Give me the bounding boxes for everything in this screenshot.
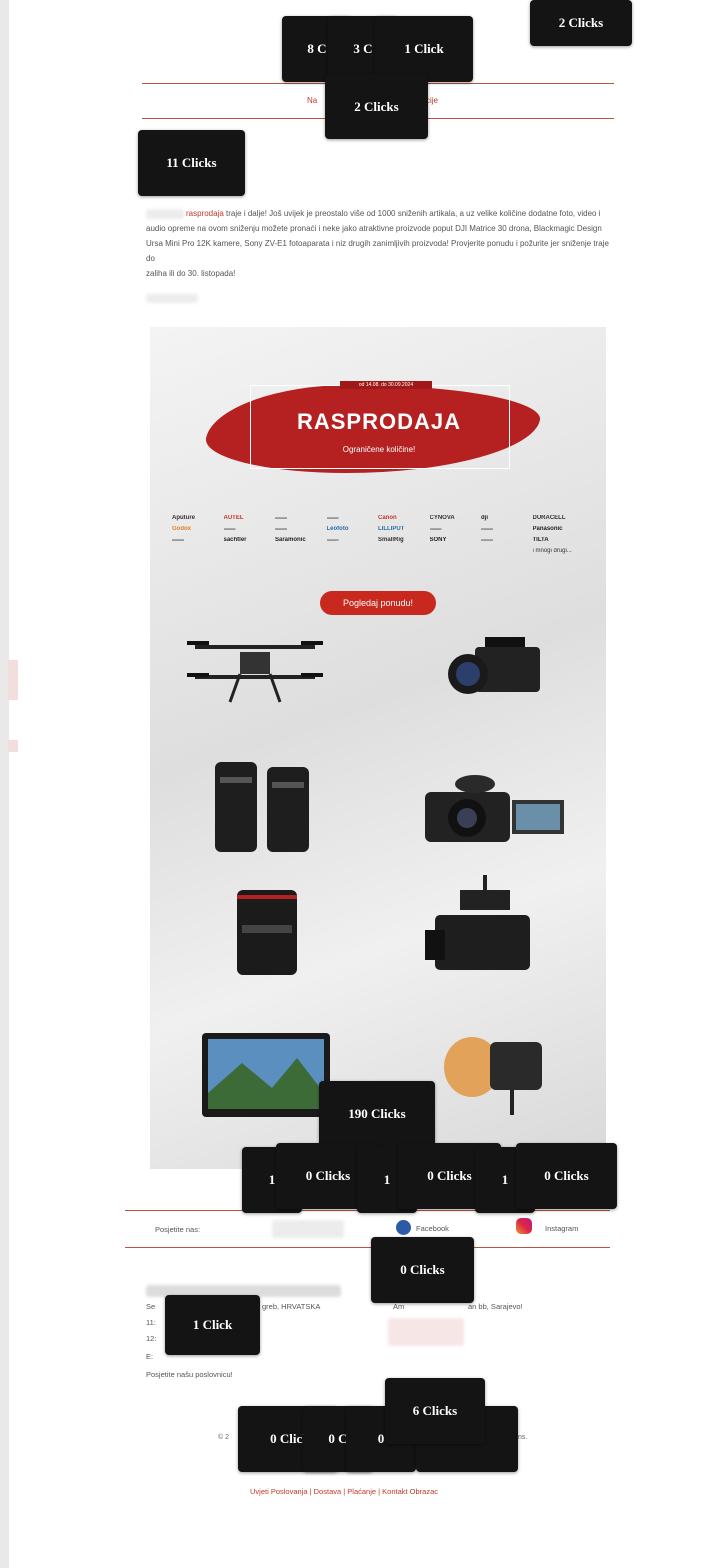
brand-logo: Godox [172, 526, 191, 532]
zoom-lens-image [237, 890, 297, 975]
instagram-icon[interactable] [516, 1218, 532, 1234]
brand-logo: Canon [378, 515, 397, 521]
instagram-link[interactable]: Instagram [545, 1224, 578, 1233]
blurred-website [272, 1220, 344, 1238]
hours-line1: 11: [146, 1318, 156, 1327]
drone-image [187, 641, 323, 703]
blurred-contact [388, 1318, 464, 1346]
brand-logo: SONY [429, 537, 447, 543]
intro-paragraph: rasprodaja traje i dalje! Još uvijek je … [146, 206, 612, 281]
click-tooltip: 6 Clicks [385, 1378, 485, 1444]
brand-logo: ▬▬ [326, 537, 339, 543]
click-tooltip: 2 Clicks [530, 0, 632, 46]
hours-line2: 12: [146, 1334, 157, 1343]
click-tooltip: 1 Click [375, 16, 473, 82]
address-line1b: greb, HRVATSKA [262, 1302, 321, 1311]
brand-logo: ▬▬ [326, 515, 339, 521]
copyright-start: © 2 [218, 1434, 229, 1441]
brand-logo: ▬▬ [275, 515, 287, 521]
brand-logo: LILLIPUT [378, 526, 405, 532]
click-tooltip: 0 Clicks [371, 1237, 474, 1303]
left-panel-highlight [8, 740, 18, 752]
led-light-image [444, 1037, 542, 1115]
left-panel-highlight [8, 660, 18, 700]
brand-logo: ▬▬ [429, 526, 442, 532]
footer-links[interactable]: Uvjeti Poslovanja | Dostava | Plaćanje |… [250, 1487, 438, 1496]
click-tooltip: 190 Clicks [319, 1081, 435, 1147]
mirrorless-camera-image [425, 775, 564, 842]
facebook-icon[interactable] [396, 1220, 411, 1235]
intro-text-end: zaliha ili do 30. listopada! [146, 269, 236, 278]
nav-link-left[interactable]: Na [307, 96, 317, 105]
brand-logo: TILTA [532, 537, 549, 543]
nav-links[interactable]: Na [307, 96, 317, 105]
cinema-camera-image [448, 637, 540, 694]
brand-logo: CYNOVA [429, 515, 455, 521]
click-tooltip: 11 Clicks [138, 130, 245, 196]
view-offer-button[interactable]: Pogledaj ponudu! [320, 591, 436, 615]
brand-logo: DURACELL [532, 515, 566, 521]
address-line1c: Am [393, 1302, 405, 1311]
brand-logos: Aputure AUTEL ▬▬ ▬▬ Canon CYNOVA dji DURACELL Go… [172, 515, 584, 554]
cine-lenses-image [215, 762, 309, 852]
brand-logo: Saramonic [275, 537, 306, 543]
brand-logo: ▬▬ [275, 526, 287, 532]
visit-us-label: Posjetite nas: [155, 1225, 201, 1234]
brand-logo: AUTEL [223, 515, 244, 521]
brand-logo: sachtler [223, 537, 247, 543]
brand-logo: Panasonic [532, 526, 563, 532]
click-tooltip: 0 Clicks [516, 1143, 617, 1209]
banner-title: RASPRODAJA [296, 409, 462, 434]
copyright-end: ns. [518, 1434, 528, 1441]
sale-banner[interactable]: od 14.08. do 30.09.2024 RASPRODAJA Ogran… [150, 327, 606, 1169]
blurred-signature [146, 294, 198, 303]
brand-logo: Leofoto [326, 526, 349, 532]
brand-logo: ▬▬ [481, 526, 493, 532]
banner-dates: od 14.08. do 30.09.2024 [340, 381, 432, 389]
brand-logo: dji [481, 515, 488, 521]
brands-tail: i mnogi drugi... [532, 548, 572, 554]
email-label: E: [146, 1352, 154, 1361]
click-tooltip: 1 Click [165, 1295, 260, 1355]
social-divider-bottom [125, 1247, 610, 1248]
field-monitor-image [202, 1033, 330, 1117]
address-line1a: Se [146, 1302, 156, 1311]
brand-logo: SmallRig [378, 537, 404, 543]
intro-highlight[interactable]: rasprodaja [186, 209, 224, 218]
banner-subtitle: Ograničene količine! [342, 445, 416, 454]
address-line1d: an bb, Sarajevo! [468, 1302, 523, 1311]
brand-logo: ▬▬ [223, 526, 236, 532]
brand-logo: ▬▬ [172, 537, 184, 543]
camcorder-image [425, 875, 530, 970]
facebook-link[interactable]: Facebook [416, 1224, 449, 1233]
brand-logo: Aputure [172, 515, 195, 521]
left-panel-edge [0, 0, 9, 1568]
click-tooltip: 2 Clicks [325, 74, 428, 139]
visit-branch-link[interactable]: Posjetite našu poslovnicu! [146, 1370, 233, 1379]
brand-logo: ▬▬ [481, 537, 493, 543]
